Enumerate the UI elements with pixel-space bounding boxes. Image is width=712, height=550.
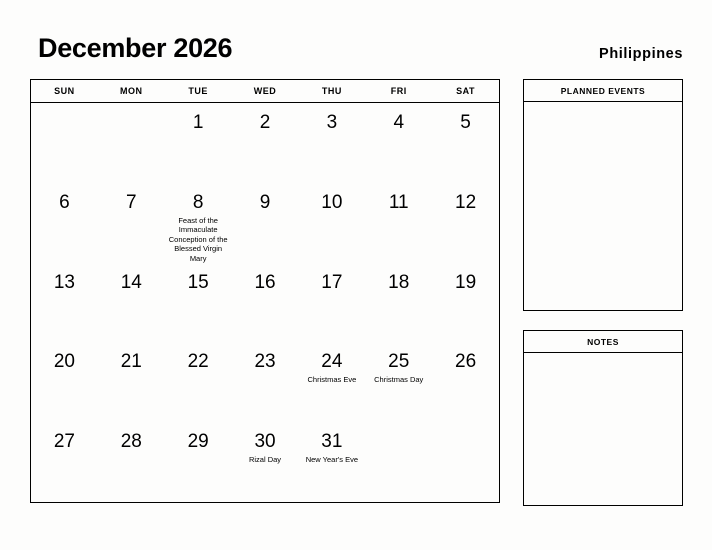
day-cell-26[interactable]: 26 (432, 342, 499, 422)
day-cell-6[interactable]: 6 (31, 183, 98, 263)
day-number: 11 (388, 191, 409, 213)
day-number: 2 (259, 112, 271, 133)
day-event-label: New Year's Eve (305, 455, 359, 465)
day-cell-14[interactable]: 14 (98, 263, 165, 343)
day-cell-15[interactable]: 15 (165, 263, 232, 343)
day-number: 9 (259, 191, 271, 213)
day-cell-empty (432, 422, 499, 502)
day-cell-22[interactable]: 22 (165, 342, 232, 422)
day-event-label: Feast of the Immaculate Conception of th… (168, 215, 228, 263)
day-number: 19 (455, 271, 477, 293)
day-number: 18 (388, 271, 410, 293)
notes-panel: NOTES (523, 330, 683, 506)
country-label: Philippines (599, 46, 683, 62)
day-cell-5[interactable]: 5 (432, 103, 499, 183)
day-cell-20[interactable]: 20 (31, 342, 98, 422)
day-number: 15 (187, 271, 209, 293)
weekday-header-row: SUN MON TUE WED THU FRI SAT (31, 80, 499, 103)
page-title: December 2026 (38, 33, 233, 63)
weekday-header-fri: FRI (390, 86, 407, 96)
calendar-week-row: 20 21 22 23 24 Christmas Eve 25 Christmas Day 26 (31, 342, 499, 422)
day-cell-19[interactable]: 19 (432, 263, 499, 343)
day-cell-29[interactable]: 29 (165, 422, 232, 502)
notes-title: NOTES (524, 331, 682, 353)
day-cell-8[interactable]: 8 Feast of the Immaculate Conception of t… (165, 183, 232, 263)
day-number: 6 (59, 191, 70, 213)
day-cell-1[interactable]: 1 (165, 103, 232, 183)
day-cell-30[interactable]: 30 Rizal Day (232, 422, 299, 502)
day-cell-17[interactable]: 17 (298, 263, 365, 343)
day-number: 1 (192, 112, 204, 133)
weekday-header-tue: TUE (188, 86, 208, 96)
calendar-week-row: 1 2 3 4 5 (31, 103, 499, 183)
calendar-weeks: 1 2 3 4 5 6 7 8 Feast of the Immaculate Concepti… (31, 103, 499, 502)
day-event-label: Christmas Eve (307, 375, 357, 385)
day-cell-13[interactable]: 13 (31, 263, 98, 343)
day-event-label: Rizal Day (248, 455, 282, 465)
day-cell-16[interactable]: 16 (232, 263, 299, 343)
day-number: 17 (321, 271, 343, 293)
day-number: 4 (393, 112, 405, 133)
day-number: 31 (321, 431, 343, 453)
day-number: 16 (254, 271, 276, 293)
day-number: 24 (321, 351, 343, 373)
day-cell-7[interactable]: 7 (98, 183, 165, 263)
calendar-week-row: 6 7 8 Feast of the Immaculate Conception of… (31, 183, 499, 263)
day-cell-10[interactable]: 10 (298, 183, 365, 263)
day-number: 23 (254, 351, 276, 373)
day-event-label: Christmas Day (374, 375, 424, 385)
weekday-header-sun: SUN (54, 86, 75, 96)
day-number: 8 (192, 191, 204, 213)
day-number: 13 (53, 271, 75, 293)
day-cell-18[interactable]: 18 (365, 263, 432, 343)
weekday-header-mon: MON (120, 86, 143, 96)
notes-body[interactable] (524, 353, 682, 505)
day-number: 30 (254, 431, 276, 453)
day-number: 3 (326, 112, 338, 133)
weekday-header-wed: WED (253, 86, 277, 96)
weekday-header-sat: SAT (456, 86, 475, 96)
day-cell-empty (365, 422, 432, 502)
day-cell-25[interactable]: 25 Christmas Day (365, 342, 432, 422)
day-number: 27 (53, 431, 75, 453)
day-cell-empty (31, 103, 98, 183)
weekday-header-thu: THU (321, 86, 342, 96)
day-number: 29 (187, 431, 209, 453)
day-cell-12[interactable]: 12 (432, 183, 499, 263)
planned-events-panel: PLANNED EVENTS (523, 79, 683, 311)
day-cell-2[interactable]: 2 (232, 103, 299, 183)
day-cell-3[interactable]: 3 (298, 103, 365, 183)
day-number: 20 (53, 351, 75, 373)
planned-events-title: PLANNED EVENTS (524, 80, 682, 102)
day-cell-4[interactable]: 4 (365, 103, 432, 183)
day-number: 14 (120, 271, 142, 293)
day-number: 10 (321, 191, 343, 213)
day-cell-23[interactable]: 23 (232, 342, 299, 422)
calendar-week-row: 27 28 29 30 Rizal Day 31 New Year's Eve (31, 422, 499, 502)
calendar-week-row: 13 14 15 16 17 18 19 (31, 263, 499, 343)
day-number: 22 (187, 351, 209, 373)
day-cell-27[interactable]: 27 (31, 422, 98, 502)
day-number: 26 (455, 351, 477, 373)
day-number: 7 (126, 191, 137, 213)
day-cell-11[interactable]: 11 (365, 183, 432, 263)
day-cell-31[interactable]: 31 New Year's Eve (298, 422, 365, 502)
day-cell-28[interactable]: 28 (98, 422, 165, 502)
day-number: 28 (120, 431, 142, 453)
calendar-grid: SUN MON TUE WED THU FRI SAT 1 2 3 4 5 6 7 8 Feast of t… (30, 79, 500, 503)
day-cell-21[interactable]: 21 (98, 342, 165, 422)
day-cell-9[interactable]: 9 (232, 183, 299, 263)
day-cell-24[interactable]: 24 Christmas Eve (298, 342, 365, 422)
day-cell-empty (98, 103, 165, 183)
day-number: 12 (455, 191, 477, 213)
day-number: 5 (460, 112, 471, 133)
day-number: 25 (388, 351, 410, 373)
day-number: 21 (120, 351, 142, 373)
planned-events-body[interactable] (524, 102, 682, 310)
